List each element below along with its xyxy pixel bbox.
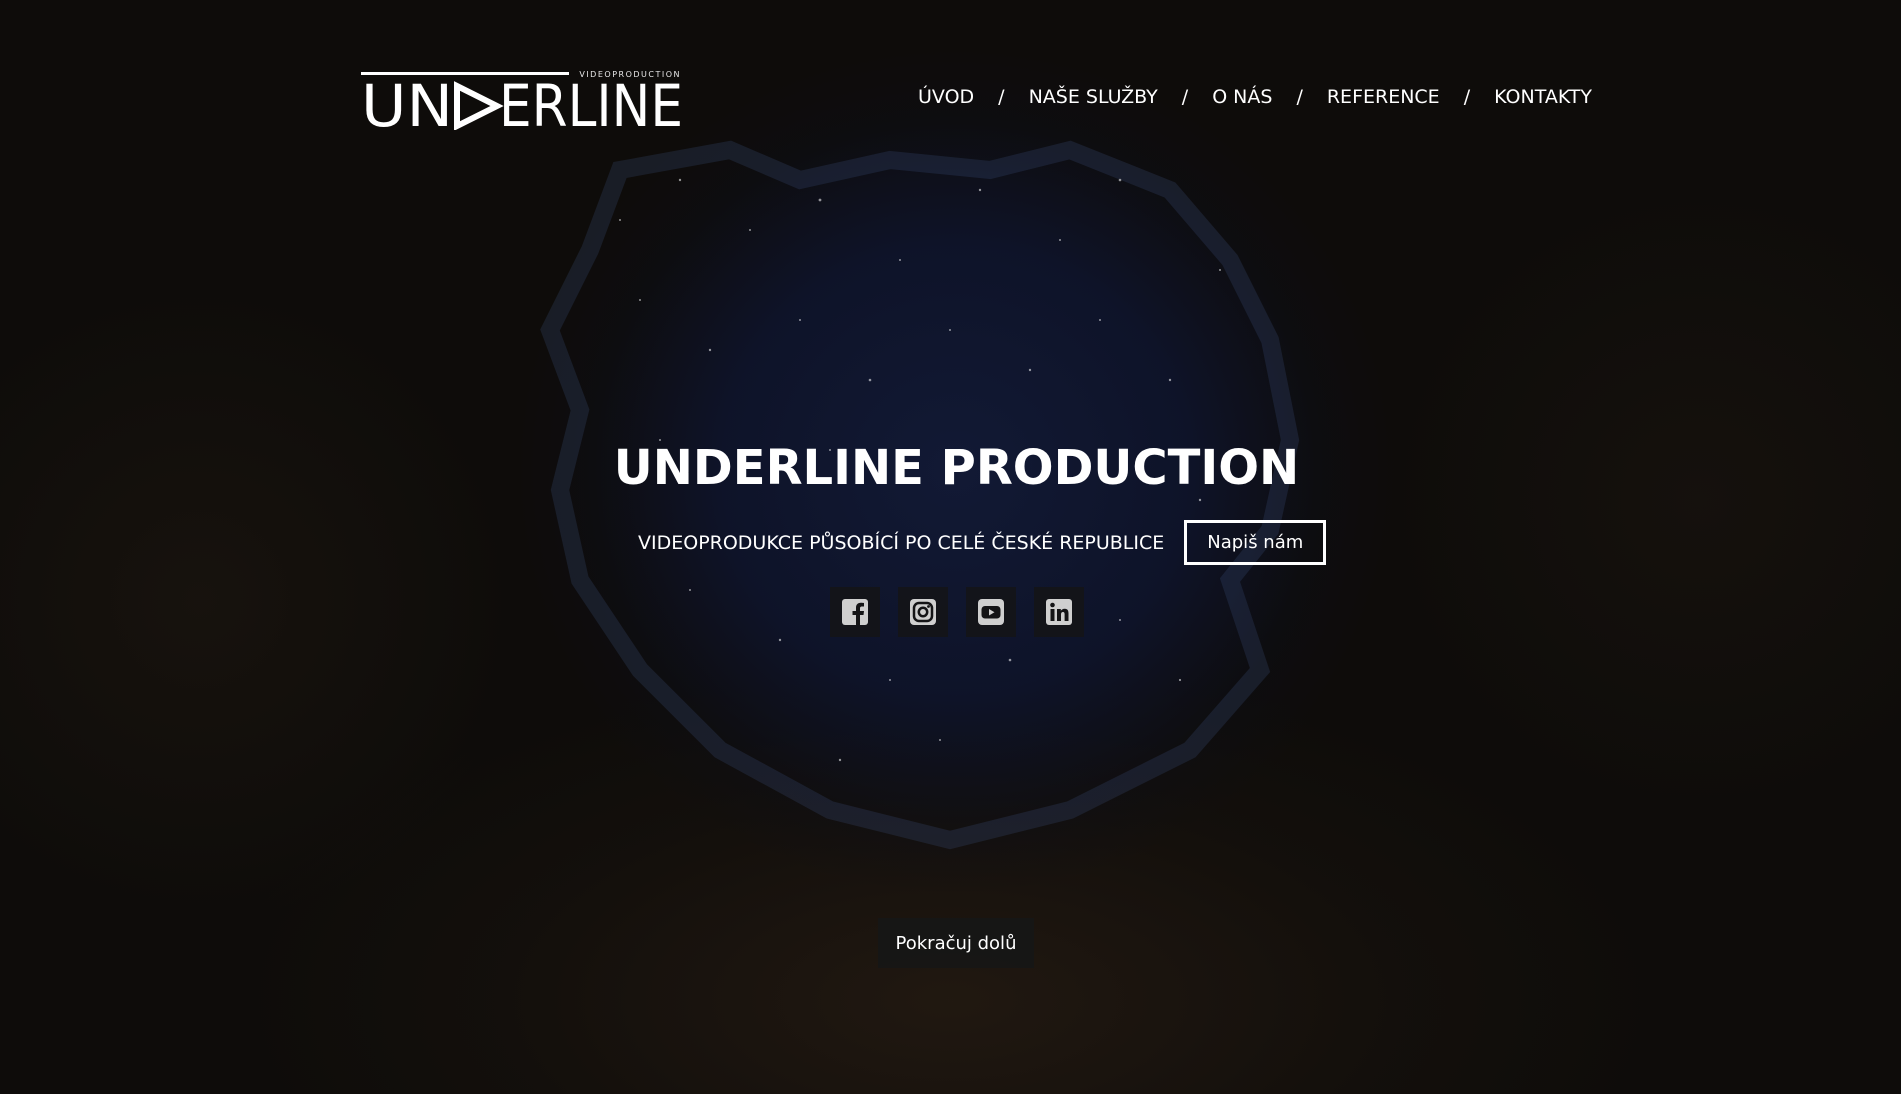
instagram-icon xyxy=(910,599,936,625)
facebook-link[interactable] xyxy=(830,587,880,637)
hero-section: VIDEOPRODUCTION UN ERLINE ÚVOD / NAŠE SL… xyxy=(0,0,1901,1094)
continue-down-button[interactable]: Pokračuj dolů xyxy=(878,918,1034,968)
nav-separator: / xyxy=(1463,86,1471,108)
instagram-link[interactable] xyxy=(898,587,948,637)
social-links xyxy=(830,587,1084,637)
linkedin-icon xyxy=(1046,599,1072,625)
nav-item-o-nas[interactable]: O NÁS xyxy=(1212,86,1272,108)
nav-item-uvod[interactable]: ÚVOD xyxy=(918,86,974,108)
nav-separator: / xyxy=(1296,86,1303,108)
youtube-link[interactable] xyxy=(966,587,1016,637)
nav-item-kontakty[interactable]: KONTAKTY xyxy=(1494,86,1592,108)
main-nav: ÚVOD / NAŠE SLUŽBY / O NÁS / REFERENCE /… xyxy=(918,86,1592,108)
hero-subtitle: VIDEOPRODUKCE PŮSOBÍCÍ PO CELÉ ČESKÉ REP… xyxy=(638,531,1165,554)
youtube-icon xyxy=(978,599,1004,625)
logo-wordmark: UN ERLINE xyxy=(361,72,683,130)
hero-title: UNDERLINE PRODUCTION xyxy=(613,440,1300,496)
nav-item-reference[interactable]: REFERENCE xyxy=(1327,86,1440,108)
write-us-button[interactable]: Napiš nám xyxy=(1184,520,1327,565)
nav-separator: / xyxy=(998,86,1005,108)
svg-text:ERLINE: ERLINE xyxy=(499,72,683,130)
facebook-icon xyxy=(842,599,868,625)
nav-separator: / xyxy=(1181,86,1189,108)
svg-text:UN: UN xyxy=(361,72,453,130)
hero-subline: VIDEOPRODUKCE PŮSOBÍCÍ PO CELÉ ČESKÉ REP… xyxy=(638,520,1327,565)
nav-item-nase-sluzby[interactable]: NAŠE SLUŽBY xyxy=(1029,86,1158,108)
linkedin-link[interactable] xyxy=(1034,587,1084,637)
brand-logo[interactable]: VIDEOPRODUCTION UN ERLINE xyxy=(361,70,683,130)
